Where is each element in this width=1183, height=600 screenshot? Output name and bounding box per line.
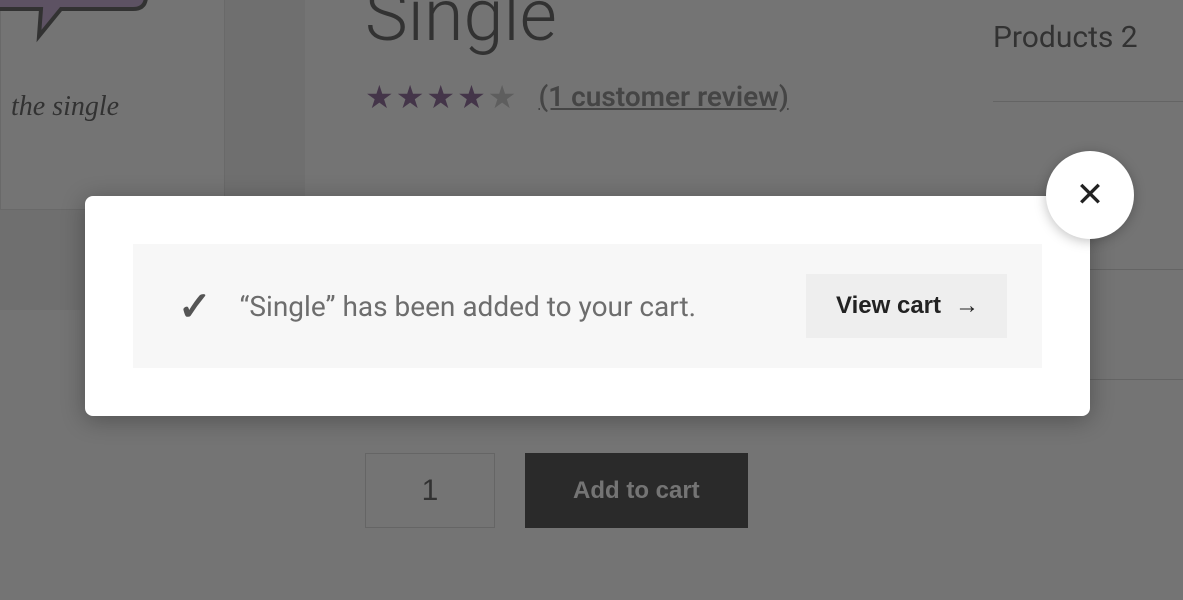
view-cart-label: View cart [836,292,941,320]
view-cart-button[interactable]: View cart → [806,274,1007,338]
arrow-right-icon: → [955,292,977,320]
checkmark-icon: ✓ [178,283,212,330]
modal-message-banner: ✓ “Single” has been added to your cart. … [133,244,1042,368]
modal-message-text: “Single” has been added to your cart. [240,290,807,323]
added-to-cart-modal: ✕ ✓ “Single” has been added to your cart… [85,196,1090,416]
close-icon: ✕ [1076,175,1105,215]
close-button[interactable]: ✕ [1046,151,1134,239]
